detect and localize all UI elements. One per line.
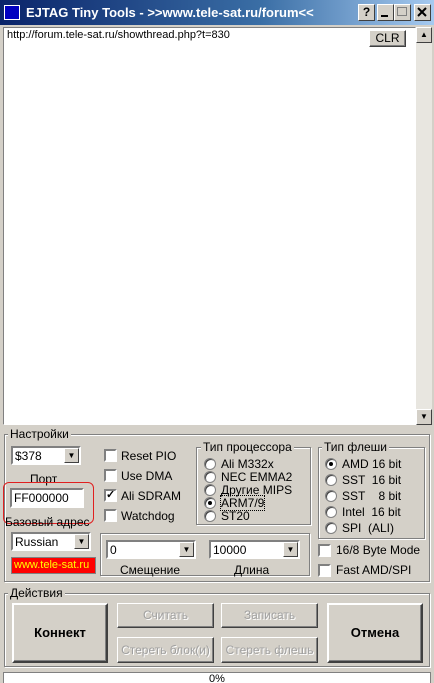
length-value: 10000 [213, 543, 247, 557]
chevron-down-icon[interactable]: ▼ [179, 542, 194, 557]
cancel-button[interactable]: Отмена [327, 603, 423, 663]
flash-option-sst8: SST 8 bit [342, 489, 402, 503]
flash-option-amd: AMD 16 bit [342, 457, 402, 471]
watchdog-label: Watchdog [121, 509, 175, 523]
ali-sdram-checkbox[interactable]: ✓ [104, 489, 117, 502]
chevron-down-icon[interactable]: ▼ [74, 534, 89, 549]
log-scrollbar[interactable]: ▲ ▼ [416, 27, 432, 425]
offset-value: 0 [110, 543, 117, 557]
maximize-button[interactable] [394, 4, 411, 21]
flash-option-spi: SPI (ALI) [342, 521, 395, 535]
erase-block-button[interactable]: Стереть блок(и) [117, 637, 214, 663]
fast-amd-spi-label: Fast AMD/SPI [336, 563, 412, 577]
cpu-radio-ali[interactable] [204, 458, 216, 470]
minimize-button[interactable] [377, 4, 394, 21]
flash-radio-intel[interactable] [325, 506, 337, 518]
use-dma-label: Use DMA [121, 469, 173, 483]
length-label: Длина [234, 563, 270, 577]
byte-mode-checkbox[interactable] [318, 544, 331, 557]
flash-radio-spi[interactable] [325, 522, 337, 534]
offset-label: Смещение [120, 563, 181, 577]
cpu-option-nec: NEC EMMA2 [221, 470, 293, 484]
reset-pio-label: Reset PIO [121, 449, 177, 463]
ali-sdram-label: Ali SDRAM [121, 489, 182, 503]
reset-pio-checkbox[interactable] [104, 449, 117, 462]
language-value: Russian [15, 535, 59, 549]
cpu-radio-st20[interactable] [204, 510, 216, 522]
chevron-down-icon[interactable]: ▼ [64, 448, 79, 463]
flash-radio-sst16[interactable] [325, 474, 337, 486]
cpu-option-arm: ARM7/9 [219, 495, 266, 511]
maximize-icon [397, 7, 407, 16]
read-button[interactable]: Считать [117, 603, 214, 628]
log-output[interactable]: http://forum.tele-sat.ru/showthread.php?… [3, 27, 416, 425]
chevron-down-icon[interactable]: ▼ [283, 542, 298, 557]
settings-group-label: Настройки [8, 427, 71, 441]
minimize-icon [381, 15, 388, 17]
write-button[interactable]: Записать [221, 603, 318, 628]
flash-radio-amd[interactable] [325, 458, 337, 470]
erase-flash-button[interactable]: Стереть флешь [221, 637, 318, 663]
scroll-down-button[interactable]: ▼ [416, 409, 432, 425]
clear-log-button[interactable]: CLR [369, 30, 406, 47]
flash-type-label: Тип флеши [322, 440, 389, 454]
byte-mode-label: 16/8 Byte Mode [336, 543, 421, 557]
cpu-radio-arm[interactable] [204, 497, 216, 509]
close-button[interactable] [414, 4, 431, 21]
help-button[interactable]: ? [358, 4, 375, 21]
port-value: $378 [15, 449, 42, 463]
port-select[interactable]: $378 ▼ [11, 446, 81, 465]
language-select[interactable]: Russian ▼ [11, 532, 91, 551]
progress-text: 0% [209, 673, 225, 683]
connect-button[interactable]: Коннект [12, 603, 108, 663]
offset-select[interactable]: 0 ▼ [106, 540, 196, 559]
forum-link[interactable]: www.tele-sat.ru [11, 557, 96, 574]
progress-bar: 0% [3, 672, 431, 683]
length-select[interactable]: 10000 ▼ [209, 540, 300, 559]
use-dma-checkbox[interactable] [104, 469, 117, 482]
window-title: EJTAG Tiny Tools - >>www.tele-sat.ru/for… [26, 5, 314, 20]
flash-radio-sst8[interactable] [325, 490, 337, 502]
base-address-label: Базовый адрес [5, 515, 90, 529]
title-bar[interactable]: EJTAG Tiny Tools - >>www.tele-sat.ru/for… [0, 0, 434, 25]
cpu-type-label: Тип процессора [201, 440, 294, 454]
flash-option-sst16: SST 16 bit [342, 473, 402, 487]
fast-amd-spi-checkbox[interactable] [318, 564, 331, 577]
flash-option-intel: Intel 16 bit [342, 505, 401, 519]
base-address-input[interactable] [10, 488, 84, 508]
cpu-radio-nec[interactable] [204, 471, 216, 483]
scroll-up-button[interactable]: ▲ [416, 27, 432, 43]
actions-group-label: Действия [8, 586, 65, 600]
cpu-option-mips: Другие MIPS [221, 483, 293, 497]
close-icon [417, 7, 427, 17]
log-text: http://forum.tele-sat.ru/showthread.php?… [7, 29, 230, 41]
watchdog-checkbox[interactable] [104, 509, 117, 522]
app-icon [4, 5, 20, 20]
cpu-radio-mips[interactable] [204, 484, 216, 496]
cpu-option-st20: ST20 [221, 509, 250, 523]
cpu-option-ali: Ali M332x [221, 457, 274, 471]
